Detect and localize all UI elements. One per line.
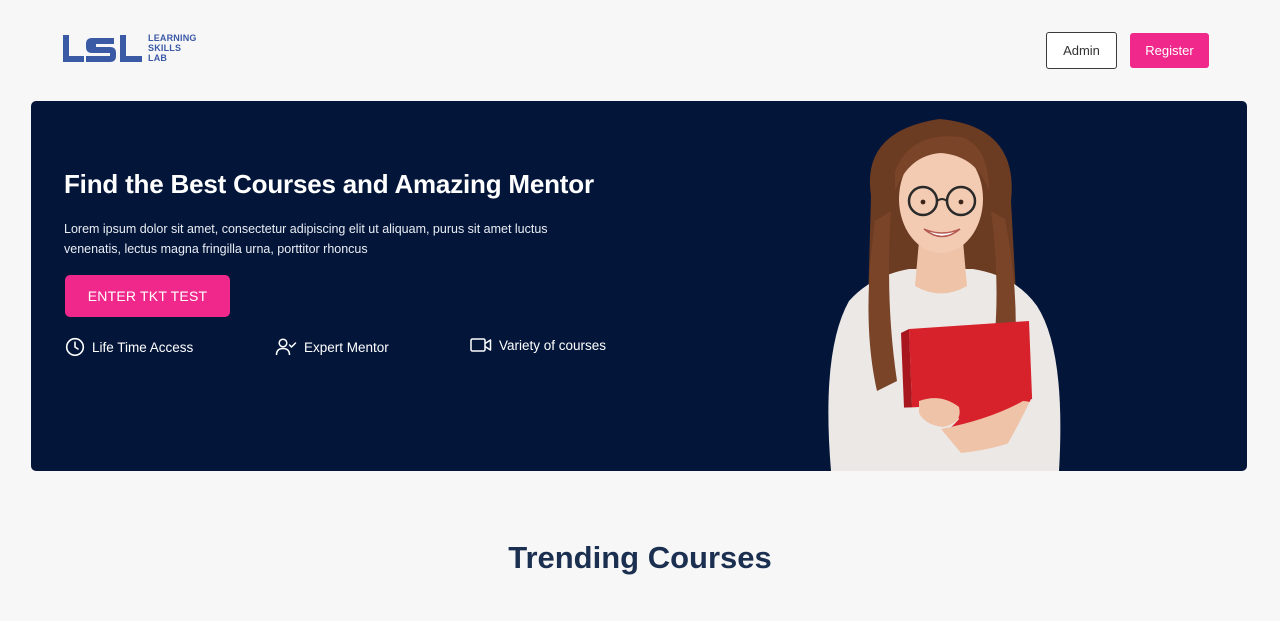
hero-description: Lorem ipsum dolor sit amet, consectetur … [64,222,548,256]
feature-label: Expert Mentor [304,339,389,355]
logo-line-2: SKILLS [148,43,182,53]
feature-lifetime-access: Life Time Access [65,337,193,357]
feature-expert-mentor: Expert Mentor [275,337,389,357]
register-button[interactable]: Register [1130,33,1209,68]
video-icon [470,337,492,353]
feature-list: Life Time Access Expert Mentor Variety o… [65,337,665,359]
hero-title: Find the Best Courses and Amazing Mentor [64,169,594,199]
logo-line-1: LEARNING [148,33,197,43]
feature-variety-of-courses: Variety of courses [470,337,606,353]
hero-student-image [828,119,1061,471]
admin-button[interactable]: Admin [1046,32,1117,69]
logo-line-3: LAB [148,53,168,63]
user-check-icon [275,337,297,357]
feature-label: Life Time Access [92,339,194,355]
logo-mark-glyph [63,35,142,62]
enter-tkt-test-button[interactable]: ENTER TKT TEST [65,275,230,317]
logo-wordmark: LEARNING SKILLS LAB [148,33,197,63]
logo-mark [62,32,144,64]
hero-banner: Find the Best Courses and Amazing Mentor… [31,101,1247,471]
feature-label: Variety of courses [499,337,607,353]
trending-courses-title: Trending Courses [508,540,772,575]
logo[interactable]: LEARNING SKILLS LAB [62,32,197,64]
clock-icon [65,337,85,357]
